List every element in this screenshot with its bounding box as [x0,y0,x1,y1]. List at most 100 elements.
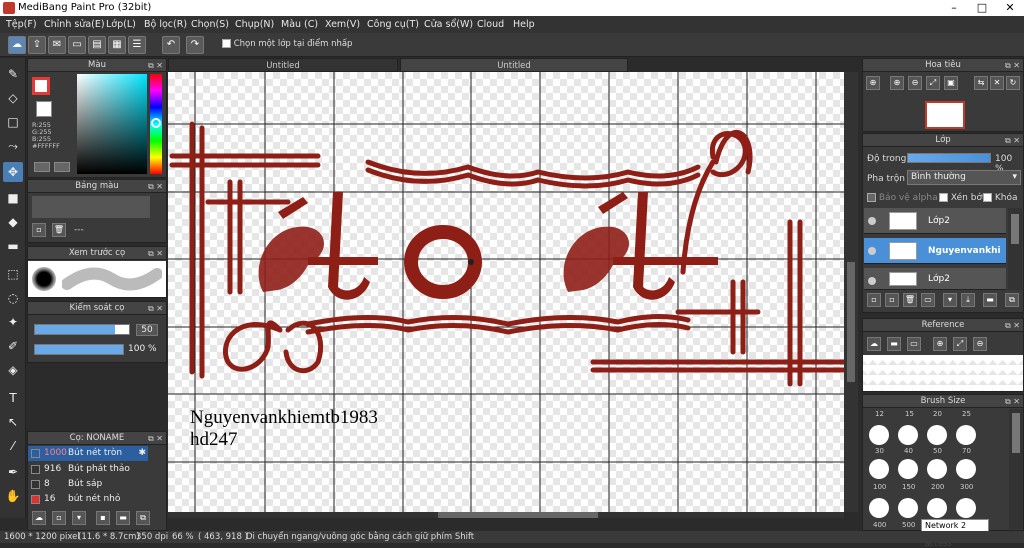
eraser-tool-icon[interactable]: ◇ [3,88,23,108]
menu-select[interactable]: Chọn(S) [191,19,229,30]
zoom-out-icon[interactable]: ⊖ [908,76,922,90]
canvas-text[interactable]: Nguyenvankhiemtb1983 hd247 [190,407,378,451]
menu-tools[interactable]: Công cụ(T) [367,19,419,30]
reset-color-button[interactable] [54,162,70,172]
fit-icon[interactable]: ⤢ [926,76,940,90]
layer-item-selected[interactable]: Nguyenvankhi [864,238,1006,264]
eye-icon[interactable] [868,217,876,225]
eye-icon[interactable] [868,277,876,285]
cloud-icon[interactable]: ☁ [867,337,881,351]
zoom-in-icon[interactable]: ⊕ [866,76,880,90]
fill-rect-tool-icon[interactable]: ■ [3,188,23,208]
horizontal-scrollbar[interactable] [168,512,844,518]
new-layer-icon[interactable]: ▫ [885,293,899,307]
panel-menu-icon[interactable]: ⧉ ✕ [148,59,163,72]
list-icon[interactable]: ☰ [128,36,146,54]
lasso-tool-icon[interactable]: ◌ [3,288,23,308]
menu-window[interactable]: Cửa sổ(W) [424,19,473,30]
brush-item[interactable]: 1000 Bút nét tròn ✱ [28,446,148,461]
cloud-brush-icon[interactable]: ☁ [32,511,46,525]
tab-untitled-2[interactable]: Untitled [400,58,628,72]
brush-size-dot[interactable] [898,425,918,445]
select-layer-option[interactable]: Chọn một lớp tại điểm nhấp [222,39,352,49]
brush-tool-icon[interactable]: ✎ [3,64,23,84]
menu-help[interactable]: Help [513,19,535,30]
opacity-slider[interactable] [34,344,124,355]
folder-icon[interactable]: ▬ [116,511,130,525]
brush-size-dot[interactable] [869,498,889,518]
menu-color[interactable]: Màu (C) [281,19,318,30]
actual-size-icon[interactable]: ▣ [944,76,958,90]
brush-size-dot[interactable] [956,425,976,445]
brush-size-scrollbar[interactable] [1009,409,1023,529]
brush-item[interactable]: 8 Bút sáp [28,477,148,492]
cloud-icon[interactable]: ☁ [8,36,26,54]
rotate-reset-icon[interactable]: ✕ [990,76,1004,90]
zoom-in-icon[interactable]: ⊕ [933,337,947,351]
minimize-button[interactable]: – [940,0,968,16]
brush-size-dot[interactable] [927,459,947,479]
sub-color-swatch[interactable] [36,101,52,117]
close-button[interactable]: ✕ [996,0,1024,16]
add-layer-icon[interactable]: ▾ [943,293,957,307]
chat-icon[interactable]: ▭ [68,36,86,54]
brush-size-dot[interactable] [898,459,918,479]
brush-item[interactable]: 16 bút nét nhỏ [28,492,148,507]
delete-brush-icon[interactable]: ▪ [96,511,110,525]
dropper-tool-icon[interactable]: ✒ [3,462,23,482]
brush-size-dot[interactable] [956,498,976,518]
rotate-icon[interactable]: ↻ [1006,76,1020,90]
rect-tool-icon[interactable]: □ [3,112,23,132]
swap-color-button[interactable] [34,162,50,172]
menu-view[interactable]: Xem(V) [325,19,360,30]
brush-size-dot[interactable] [927,425,947,445]
layer-scrollbar[interactable] [1008,208,1022,290]
new-layer-icon[interactable]: ▫ [867,293,881,307]
folder-icon[interactable]: ▬ [983,293,997,307]
navigator-thumbnail[interactable] [925,101,965,129]
add-brush-icon[interactable]: ▾ [72,511,86,525]
hue-handle[interactable] [151,118,161,128]
drawing-canvas[interactable]: Nguyenvankhiemtb1983 hd247 [168,72,844,512]
zoom-in-icon[interactable]: ⊕ [890,76,904,90]
brush-size-dot[interactable] [869,459,889,479]
brush-size-dot[interactable] [956,459,976,479]
brush-size-dot[interactable] [898,498,918,518]
brush-size-dot[interactable] [869,425,889,445]
brush-size-dot[interactable] [927,498,947,518]
copy-layer-icon[interactable]: ⧉ [1005,293,1019,307]
merge-down-icon[interactable]: ⤓ [961,293,975,307]
tab-untitled-1[interactable]: Untitled [168,58,398,72]
menu-edit[interactable]: Chỉnh sửa(E) [44,19,105,30]
saturation-value-picker[interactable] [77,74,147,174]
menu-cloud[interactable]: Cloud [477,19,504,30]
layer-item[interactable]: Lớp2 [864,268,1006,290]
menu-file[interactable]: Tệp(F) [6,19,37,30]
lock-option[interactable]: Khóa [983,193,1018,203]
folder-icon[interactable]: ▬ [887,337,901,351]
new-palette-icon[interactable]: ▫ [32,223,46,237]
gradient-tool-icon[interactable]: ▬ [3,236,23,256]
upload-icon[interactable]: ⇪ [28,36,46,54]
redo-icon[interactable]: ↷ [186,36,204,54]
maximize-button[interactable]: □ [968,0,996,16]
comment-icon[interactable]: ✉ [48,36,66,54]
size-value[interactable]: 50 [136,324,158,336]
copy-icon[interactable]: ⧉ [136,511,150,525]
magic-wand-icon[interactable]: ✦ [3,312,23,332]
pen-tool-icon[interactable]: ⤳ [3,136,23,156]
size-slider[interactable] [34,324,130,335]
delete-palette-icon[interactable]: 🗑 [52,223,66,237]
menu-layer[interactable]: Lớp(L) [106,19,136,30]
eyedropper-icon[interactable]: ⁄ [3,436,23,456]
select-tool-icon[interactable]: ⬚ [3,264,23,284]
select-layer-checkbox[interactable] [222,39,231,48]
brush-item[interactable]: 916 Bút phát thảo [28,462,148,477]
text-tool-icon[interactable]: T [3,388,23,408]
gear-icon[interactable]: ✱ [138,446,146,461]
document-icon[interactable]: ▤ [88,36,106,54]
grid-icon[interactable]: ▦ [108,36,126,54]
protect-alpha-option[interactable]: Bảo vệ alpha [867,193,938,203]
clipping-option[interactable]: Xén bớt [939,193,986,203]
hand-tool-icon[interactable]: ✋ [3,486,23,506]
